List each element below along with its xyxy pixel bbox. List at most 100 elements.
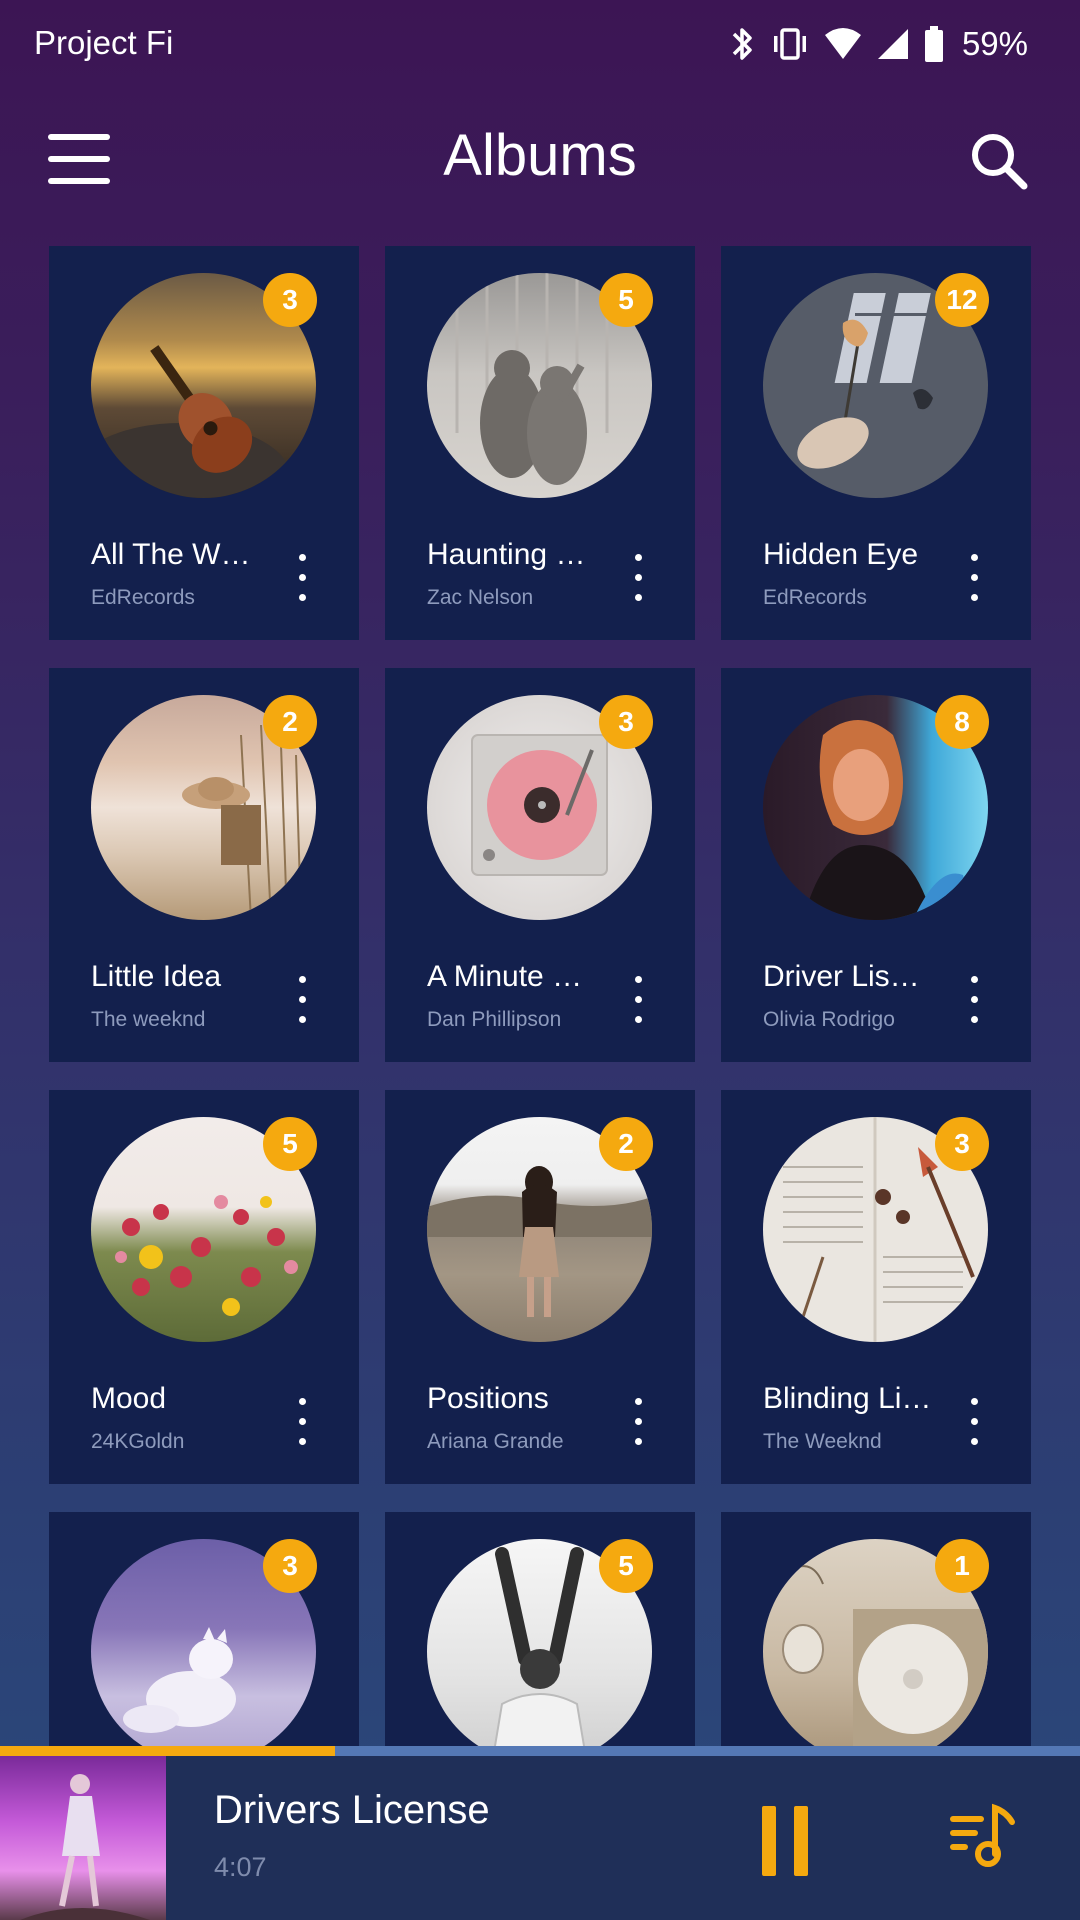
album-card[interactable]: 5 Mood 24KGoldn <box>49 1090 359 1484</box>
status-icons: 59% <box>730 22 1028 66</box>
album-title: Positions <box>427 1382 549 1415</box>
album-title: Hidden Eye <box>763 538 919 571</box>
track-count-badge: 3 <box>263 273 317 327</box>
now-playing-title: Drivers License <box>214 1788 490 1832</box>
more-vert-icon <box>635 554 642 561</box>
playlist-music-icon <box>950 1803 1015 1867</box>
more-vert-icon-dot <box>635 1418 642 1425</box>
more-vert-icon <box>971 1398 978 1405</box>
album-artist: Zac Nelson <box>427 586 534 609</box>
more-vert-icon-dot <box>299 1418 306 1425</box>
more-vert-icon <box>299 554 306 561</box>
pause-button[interactable] <box>762 1806 808 1876</box>
vibrate-icon <box>770 24 810 64</box>
more-vert-icon <box>299 976 306 983</box>
more-options-button[interactable] <box>287 1398 317 1448</box>
app-bar: Albums <box>0 110 1080 210</box>
more-vert-icon-dot <box>299 594 306 601</box>
track-count-badge: 2 <box>263 695 317 749</box>
album-card[interactable]: 12 Hidden Eye EdRecords <box>721 246 1031 640</box>
wifi-icon <box>824 27 862 61</box>
bluetooth-icon <box>730 24 756 64</box>
battery-icon <box>924 26 944 62</box>
more-options-button[interactable] <box>623 554 653 604</box>
more-options-button[interactable] <box>287 976 317 1026</box>
more-options-button[interactable] <box>623 976 653 1026</box>
more-options-button[interactable] <box>959 976 989 1026</box>
more-vert-icon <box>635 976 642 983</box>
album-artist: Ariana Grande <box>427 1430 564 1453</box>
album-artist: Olivia Rodrigo <box>763 1008 895 1031</box>
album-artist: Dan Phillipson <box>427 1008 562 1031</box>
track-count-badge: 3 <box>263 1539 317 1593</box>
more-vert-icon-dot <box>971 1016 978 1023</box>
more-vert-icon-dot <box>299 574 306 581</box>
more-vert-icon-dot <box>971 574 978 581</box>
album-title: All The W… <box>91 538 251 571</box>
track-count-badge: 3 <box>935 1117 989 1171</box>
track-count-badge: 2 <box>599 1117 653 1171</box>
more-vert-icon <box>971 976 978 983</box>
more-vert-icon-dot <box>971 594 978 601</box>
more-options-button[interactable] <box>959 554 989 604</box>
now-playing-bar[interactable]: Drivers License 4:07 <box>0 1746 1080 1920</box>
album-card[interactable]: 5 Haunting W… Zac Nelson <box>385 246 695 640</box>
more-vert-icon-dot <box>635 996 642 1003</box>
more-options-button[interactable] <box>623 1398 653 1448</box>
album-title: Blinding Li… <box>763 1382 932 1415</box>
pause-icon <box>762 1806 776 1876</box>
album-card[interactable]: 3 All The W… EdRecords <box>49 246 359 640</box>
album-card[interactable]: 2 Little Idea The weeknd <box>49 668 359 1062</box>
album-artist: The Weeknd <box>763 1430 882 1453</box>
track-count-badge: 3 <box>599 695 653 749</box>
more-vert-icon-dot <box>635 594 642 601</box>
more-vert-icon-dot <box>635 1016 642 1023</box>
more-vert-icon <box>635 1398 642 1405</box>
status-bar: Project Fi 59% <box>0 0 1080 90</box>
carrier-name: Project Fi <box>34 24 174 61</box>
track-count-badge: 5 <box>599 273 653 327</box>
album-card[interactable]: 3 Blinding Li… The Weeknd <box>721 1090 1031 1484</box>
more-options-button[interactable] <box>287 554 317 604</box>
track-count-badge: 5 <box>263 1117 317 1171</box>
more-options-button[interactable] <box>959 1398 989 1448</box>
playback-progress-fill <box>0 1746 335 1756</box>
playback-progress-bar[interactable] <box>0 1746 1080 1756</box>
album-card[interactable]: 8 Driver Lis… Olivia Rodrigo <box>721 668 1031 1062</box>
track-count-badge: 12 <box>935 273 989 327</box>
album-title: Little Idea <box>91 960 222 993</box>
queue-button[interactable] <box>948 1802 1018 1872</box>
album-card[interactable]: 2 Positions Ariana Grande <box>385 1090 695 1484</box>
now-playing-duration: 4:07 <box>214 1852 267 1882</box>
more-vert-icon <box>971 554 978 561</box>
album-title: A Minute Lo… <box>427 960 597 993</box>
album-title: Mood <box>91 1382 167 1415</box>
more-vert-icon-dot <box>299 1016 306 1023</box>
track-count-badge: 5 <box>599 1539 653 1593</box>
album-artist: 24KGoldn <box>91 1430 185 1453</box>
cell-signal-icon <box>876 27 910 61</box>
more-vert-icon-dot <box>971 1438 978 1445</box>
search-button[interactable] <box>968 130 1030 192</box>
more-vert-icon-dot <box>299 1438 306 1445</box>
search-icon <box>972 134 1028 190</box>
page-title: Albums <box>443 123 637 188</box>
album-card[interactable]: 3 A Minute Lo… Dan Phillipson <box>385 668 695 1062</box>
album-artist: EdRecords <box>91 586 195 609</box>
battery-percent: 59% <box>961 25 1028 62</box>
more-vert-icon-dot <box>971 1418 978 1425</box>
album-artist: The weeknd <box>91 1008 206 1031</box>
album-title: Driver Lis… <box>763 960 920 993</box>
more-vert-icon-dot <box>299 996 306 1003</box>
more-vert-icon-dot <box>971 996 978 1003</box>
album-title: Haunting W… <box>427 538 597 571</box>
track-count-badge: 8 <box>935 695 989 749</box>
more-vert-icon-dot <box>635 1438 642 1445</box>
pause-icon-bar <box>794 1806 808 1876</box>
now-playing-album-art <box>0 1756 166 1920</box>
more-vert-icon-dot <box>635 574 642 581</box>
album-artist: EdRecords <box>763 586 867 609</box>
album-grid: 3 All The W… EdRecords 5 Haunting W… Zac… <box>49 246 1031 1906</box>
track-count-badge: 1 <box>935 1539 989 1593</box>
more-vert-icon <box>299 1398 306 1405</box>
